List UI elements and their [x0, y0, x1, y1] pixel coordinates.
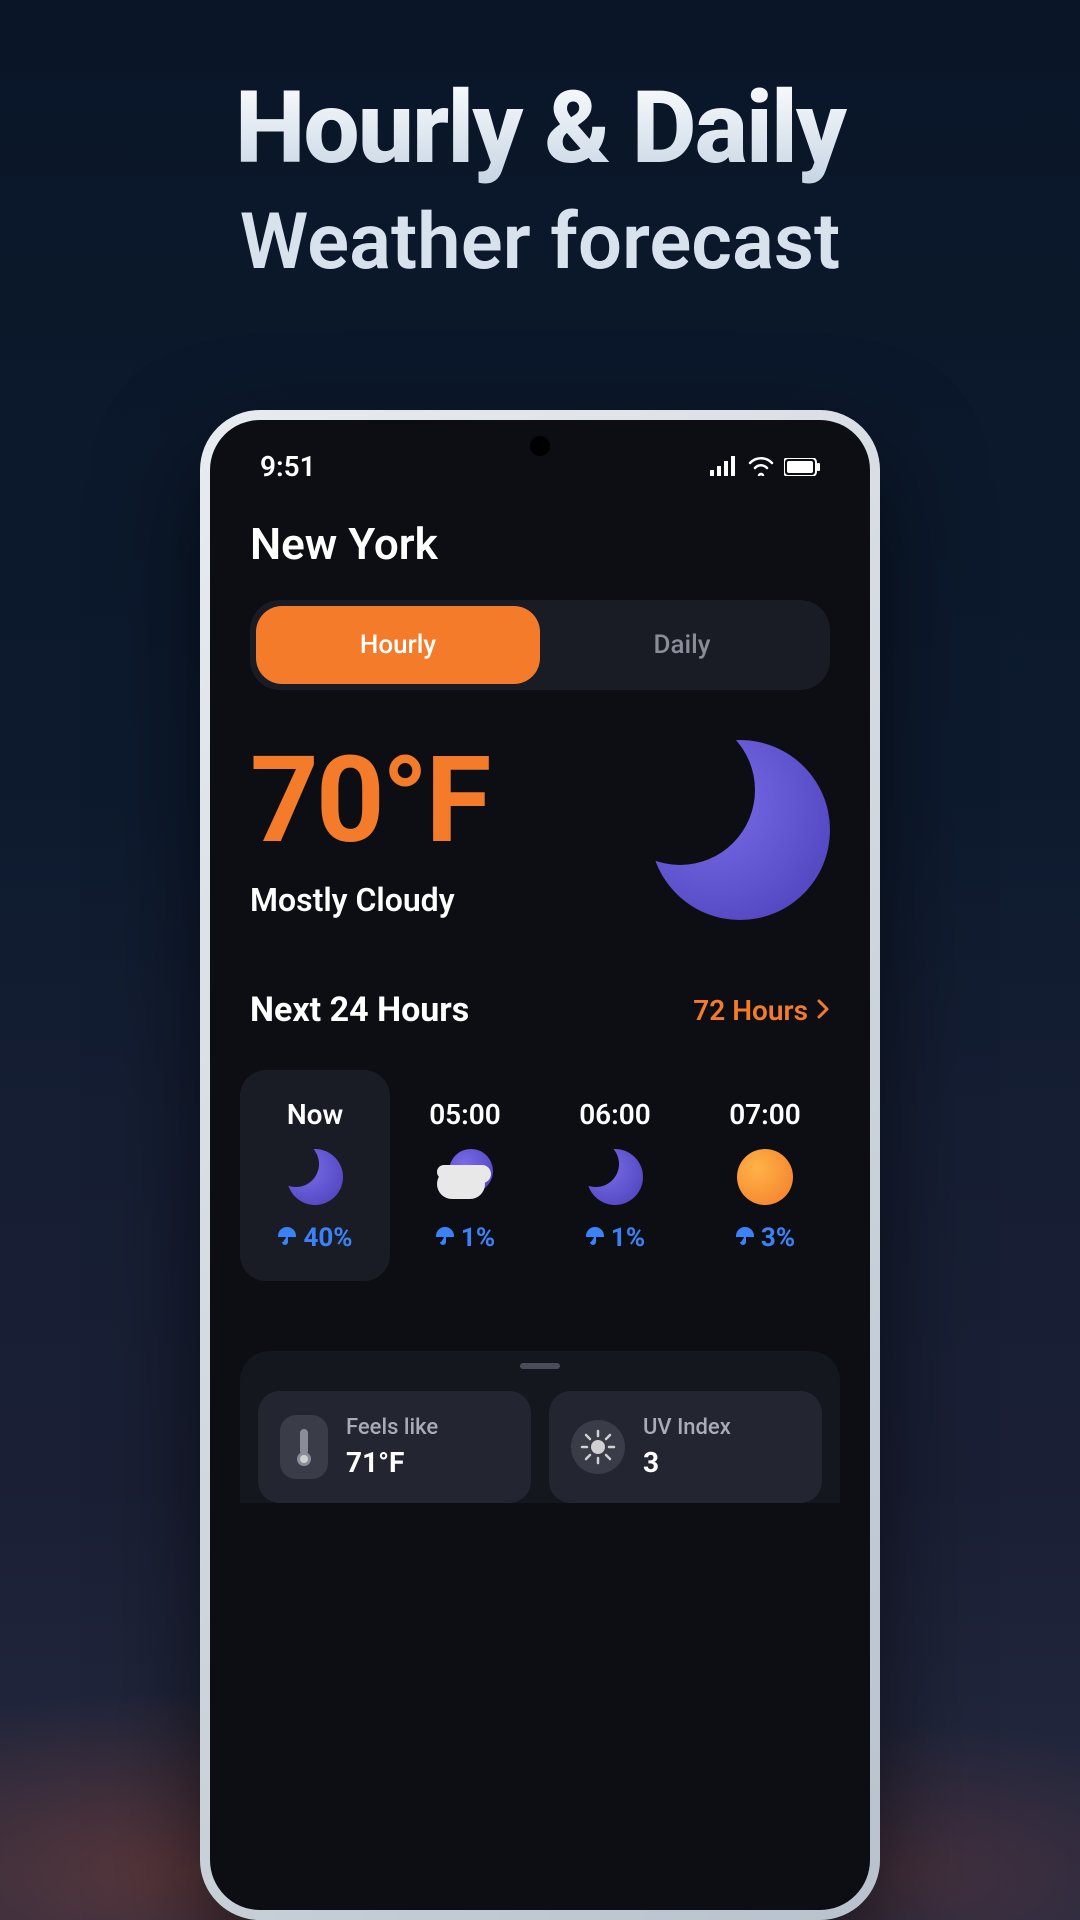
- 72-hours-link[interactable]: 72 Hours: [693, 994, 830, 1027]
- section-link-text: 72 Hours: [693, 994, 808, 1027]
- phone-notch: [530, 436, 550, 456]
- phone-screen: 9:51 New York Hourly Daily: [210, 420, 870, 1910]
- metric-label: UV Index: [643, 1415, 731, 1440]
- hourly-forecast-row[interactable]: Now 40% 05:00 1% 06:00: [240, 1050, 840, 1301]
- umbrella-icon: [585, 1223, 605, 1253]
- metric-text: UV Index 3: [643, 1415, 731, 1479]
- status-time: 9:51: [260, 450, 316, 483]
- moon-icon: [587, 1149, 643, 1205]
- marketing-headline: Hourly & Daily Weather forecast: [0, 0, 1080, 288]
- status-icons: [710, 450, 820, 483]
- chevron-right-icon: [816, 994, 830, 1027]
- sun-icon: [737, 1149, 793, 1205]
- metric-value: 71°F: [346, 1446, 438, 1479]
- thermometer-icon: [280, 1415, 328, 1479]
- tab-hourly[interactable]: Hourly: [256, 606, 540, 684]
- hour-time: Now: [287, 1098, 343, 1131]
- metric-row: Feels like 71°F UV Index 3: [258, 1371, 822, 1503]
- phone-frame: 9:51 New York Hourly Daily: [200, 410, 880, 1920]
- hour-card-now[interactable]: Now 40%: [240, 1070, 390, 1281]
- umbrella-icon: [735, 1223, 755, 1253]
- hour-time: 05:00: [429, 1098, 501, 1131]
- precip-value: 1%: [611, 1223, 645, 1253]
- cloud-moon-icon: [437, 1149, 493, 1205]
- feels-like-card[interactable]: Feels like 71°F: [258, 1391, 531, 1503]
- headline-subtitle: Weather forecast: [0, 197, 1080, 288]
- hour-card[interactable]: 05:00 1%: [390, 1070, 540, 1281]
- precip-value: 1%: [461, 1223, 495, 1253]
- umbrella-icon: [277, 1223, 297, 1253]
- section-title: Next 24 Hours: [250, 990, 469, 1030]
- moon-icon: [287, 1149, 343, 1205]
- headline-title: Hourly & Daily: [0, 70, 1080, 187]
- hour-precip: 40%: [277, 1223, 352, 1253]
- hour-card[interactable]: 07:00 3%: [690, 1070, 840, 1281]
- moon-icon: [650, 740, 830, 920]
- hour-precip: 1%: [585, 1223, 645, 1253]
- hour-precip: 3%: [735, 1223, 795, 1253]
- current-temperature: 70°F: [250, 741, 488, 861]
- hour-card[interactable]: 06:00 1%: [540, 1070, 690, 1281]
- hour-precip: 1%: [435, 1223, 495, 1253]
- umbrella-icon: [435, 1223, 455, 1253]
- precip-value: 3%: [761, 1223, 795, 1253]
- current-condition: Mostly Cloudy: [250, 881, 488, 919]
- precip-value: 40%: [303, 1223, 352, 1253]
- battery-icon: [784, 450, 820, 483]
- hourly-section-header: Next 24 Hours 72 Hours: [240, 950, 840, 1050]
- metric-label: Feels like: [346, 1415, 438, 1440]
- phone-mockup: 9:51 New York Hourly Daily: [200, 410, 880, 1920]
- uv-index-card[interactable]: UV Index 3: [549, 1391, 822, 1503]
- tab-daily[interactable]: Daily: [540, 606, 824, 684]
- location-name[interactable]: New York: [240, 483, 840, 600]
- forecast-tabs: Hourly Daily: [250, 600, 830, 690]
- hour-time: 07:00: [729, 1098, 801, 1131]
- metric-text: Feels like 71°F: [346, 1415, 438, 1479]
- current-weather: 70°F Mostly Cloudy: [240, 690, 840, 950]
- metric-value: 3: [643, 1446, 731, 1479]
- metrics-panel[interactable]: Feels like 71°F UV Index 3: [240, 1351, 840, 1503]
- wifi-icon: [748, 450, 774, 483]
- temperature-block: 70°F Mostly Cloudy: [250, 741, 488, 919]
- signal-icon: [710, 450, 738, 483]
- sun-icon: [571, 1420, 625, 1474]
- hour-time: 06:00: [579, 1098, 651, 1131]
- panel-drag-handle[interactable]: [520, 1363, 560, 1369]
